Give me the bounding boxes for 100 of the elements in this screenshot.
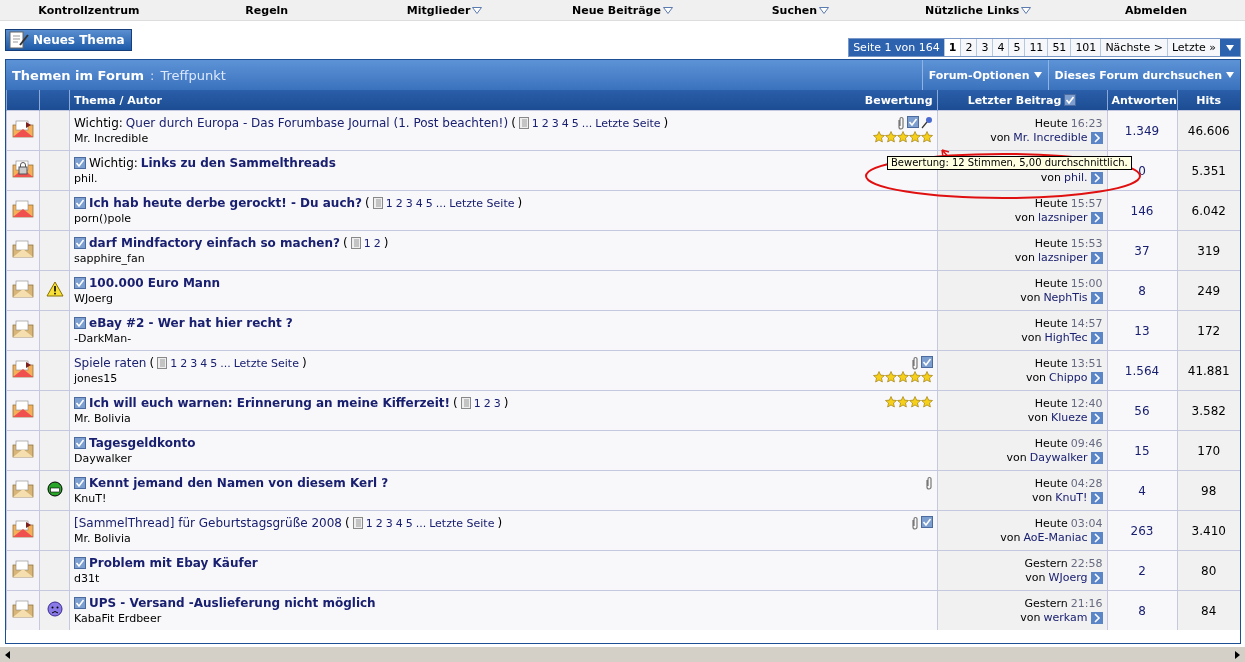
thread-title[interactable]: Links zu den Sammelthreads xyxy=(140,156,336,170)
reply-count[interactable]: 13 xyxy=(1134,323,1150,338)
page-link[interactable]: 1 xyxy=(531,116,539,130)
page-link[interactable]: 3 xyxy=(385,516,393,530)
column-header[interactable]: Thema / Autor xyxy=(74,93,162,107)
thread-title[interactable]: Problem mit Ebay Käufer xyxy=(89,556,258,570)
page-link[interactable]: 2 xyxy=(180,356,188,370)
nav-link[interactable]: Kontrollzentrum xyxy=(0,3,178,17)
nav-link[interactable]: Suchen xyxy=(711,3,890,17)
reply-count[interactable]: 8 xyxy=(1138,603,1146,618)
page-link[interactable]: 5 xyxy=(210,356,218,370)
page-link[interactable]: 1 xyxy=(473,396,481,410)
page-link[interactable]: 1 xyxy=(385,196,393,210)
last-poster-link[interactable]: Klueze xyxy=(1050,411,1088,424)
column-header[interactable]: Bewertung xyxy=(864,93,933,107)
page-link[interactable]: 3 xyxy=(190,356,198,370)
thread-title[interactable]: eBay #2 - Wer hat hier recht ? xyxy=(89,316,293,330)
last-poster-link[interactable]: KnuT! xyxy=(1055,491,1088,504)
page-link[interactable]: 3 xyxy=(405,196,413,210)
last-page-link[interactable]: Letzte Seite xyxy=(595,116,661,130)
next-page-link[interactable]: Nächste > xyxy=(1100,39,1167,56)
page-link[interactable]: 4 xyxy=(395,516,403,530)
page-link[interactable]: 4 xyxy=(200,356,208,370)
reply-count[interactable]: 1.564 xyxy=(1124,363,1160,378)
thread-title[interactable]: darf Mindfactory einfach so machen? xyxy=(89,236,340,250)
page-link[interactable]: 5 xyxy=(425,196,433,210)
last-poster-link[interactable]: Mr. Incredible xyxy=(1013,131,1088,144)
nav-link[interactable]: Regeln xyxy=(177,3,356,17)
page-link[interactable]: 1 xyxy=(363,236,371,250)
page-link[interactable]: 2 xyxy=(483,396,491,410)
page-link[interactable]: 2 xyxy=(373,236,381,250)
last-page-link[interactable]: Letzte Seite xyxy=(429,516,495,530)
reply-count[interactable]: 56 xyxy=(1134,403,1150,418)
go-to-post-icon[interactable] xyxy=(1090,451,1103,464)
go-to-post-icon[interactable] xyxy=(1090,171,1103,184)
thread-title[interactable]: 100.000 Euro Mann xyxy=(89,276,221,290)
page-link[interactable]: 51 xyxy=(1047,39,1071,56)
go-to-post-icon[interactable] xyxy=(1090,131,1103,144)
go-to-post-icon[interactable] xyxy=(1090,211,1103,224)
reply-count[interactable]: 146 xyxy=(1130,203,1154,218)
last-poster-link[interactable]: Chippo xyxy=(1049,371,1088,384)
go-to-post-icon[interactable] xyxy=(1090,531,1103,544)
page-link[interactable]: 5 xyxy=(571,116,579,130)
nav-link[interactable]: Neue Beiträge xyxy=(533,3,712,17)
last-poster-link[interactable]: NephTis xyxy=(1043,291,1088,304)
column-header[interactable]: Antworten xyxy=(1107,90,1177,111)
reply-count[interactable]: 8 xyxy=(1138,283,1146,298)
thread-title[interactable]: UPS - Versand -Auslieferung nicht möglich xyxy=(89,596,376,610)
thread-title[interactable]: Ich hab heute derbe gerockt! - Du auch? xyxy=(89,196,362,210)
last-page-link[interactable]: Letzte » xyxy=(1166,39,1220,56)
reply-count[interactable]: 37 xyxy=(1134,243,1150,258)
thread-title[interactable]: [SammelThread] für Geburtstagsgrüße 2008 xyxy=(74,516,342,530)
page-link[interactable]: 4 xyxy=(415,196,423,210)
go-to-post-icon[interactable] xyxy=(1090,331,1103,344)
reply-count[interactable]: 263 xyxy=(1130,523,1154,538)
reply-count[interactable]: 1.349 xyxy=(1124,123,1160,138)
last-poster-link[interactable]: HighTec xyxy=(1044,331,1088,344)
last-page-link[interactable]: Letzte Seite xyxy=(449,196,515,210)
thread-title[interactable]: Ich will euch warnen: Erinnerung an meine Kifferzeit! xyxy=(89,396,450,410)
page-link[interactable]: 11 xyxy=(1024,39,1048,56)
last-poster-link[interactable]: werkam xyxy=(1043,611,1088,624)
page-link[interactable]: 3 xyxy=(493,396,501,410)
go-to-post-icon[interactable] xyxy=(1090,291,1103,304)
last-poster-link[interactable]: phil. xyxy=(1063,171,1088,184)
last-poster-link[interactable]: lazsniper xyxy=(1037,251,1088,264)
thread-title[interactable]: Kennt jemand den Namen von diesem Kerl ? xyxy=(89,476,389,490)
go-to-post-icon[interactable] xyxy=(1090,411,1103,424)
thread-title[interactable]: Quer durch Europa - Das Forumbase Journal (1. Post beachten!) xyxy=(125,116,509,130)
page-link[interactable]: 3 xyxy=(551,116,559,130)
reply-count[interactable]: 15 xyxy=(1134,443,1150,458)
page-link[interactable]: 3 xyxy=(976,39,993,56)
page-link[interactable]: 101 xyxy=(1070,39,1101,56)
page-link[interactable]: 2 xyxy=(541,116,549,130)
last-poster-link[interactable]: Daywalker xyxy=(1029,451,1088,464)
page-link[interactable]: 2 xyxy=(395,196,403,210)
page-link[interactable]: 2 xyxy=(960,39,977,56)
nav-link[interactable]: Mitglieder xyxy=(355,3,534,17)
go-to-post-icon[interactable] xyxy=(1090,571,1103,584)
column-header[interactable]: Hits xyxy=(1177,90,1240,111)
last-poster-link[interactable]: AoE-Maniac xyxy=(1023,531,1088,544)
reply-count[interactable]: 0 xyxy=(1138,163,1146,178)
last-poster-link[interactable]: lazsniper xyxy=(1037,211,1088,224)
go-to-post-icon[interactable] xyxy=(1090,611,1103,624)
go-to-post-icon[interactable] xyxy=(1090,371,1103,384)
page-link[interactable]: 1 xyxy=(170,356,178,370)
last-page-link[interactable]: Letzte Seite xyxy=(233,356,299,370)
reply-count[interactable]: 4 xyxy=(1138,483,1146,498)
nav-link[interactable]: Abmelden xyxy=(1067,3,1245,17)
page-link[interactable]: 4 xyxy=(561,116,569,130)
thread-title[interactable]: Tagesgeldkonto xyxy=(89,436,196,450)
last-poster-link[interactable]: WJoerg xyxy=(1048,571,1088,584)
page-link[interactable]: 2 xyxy=(375,516,383,530)
go-to-post-icon[interactable] xyxy=(1090,251,1103,264)
page-link[interactable]: 5 xyxy=(1008,39,1025,56)
page-link[interactable]: 1 xyxy=(365,516,373,530)
new-thread-button[interactable]: Neues Thema xyxy=(5,29,132,51)
go-to-post-icon[interactable] xyxy=(1090,491,1103,504)
page-jump-button[interactable] xyxy=(1220,39,1240,56)
nav-link[interactable]: Nützliche Links xyxy=(889,3,1068,17)
thread-title[interactable]: Spiele raten xyxy=(74,356,147,370)
